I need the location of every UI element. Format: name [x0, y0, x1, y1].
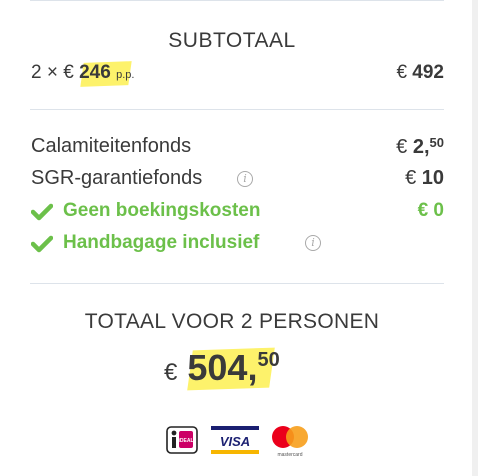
calamity-fund-cents: 50	[429, 135, 444, 150]
currency-symbol: €	[396, 62, 408, 83]
calamity-fund-amount: € 2,50	[396, 135, 444, 159]
booking-costs-label: Geen boekingskosten	[63, 200, 261, 221]
multiplier: 2 ×	[31, 62, 58, 83]
total-cents: 50	[257, 349, 280, 371]
top-divider	[30, 0, 444, 1]
ideal-logo-text: iDEAL	[179, 438, 194, 444]
hand-luggage-label: Handbagage inclusief	[63, 232, 260, 253]
ideal-logo: iDEAL	[166, 426, 198, 454]
divider	[30, 283, 444, 284]
currency-symbol: €	[164, 359, 178, 386]
total-heading: TOTAAL VOOR 2 PERSONEN	[84, 310, 380, 333]
sgr-amount: € 10	[405, 167, 444, 190]
booking-costs-value: € 0	[417, 200, 444, 221]
price-per-person: 246	[79, 62, 111, 83]
sgr-value: 10	[421, 167, 444, 189]
divider	[30, 109, 444, 110]
subtotal-total: 492	[412, 62, 444, 83]
currency-symbol: €	[405, 167, 417, 189]
sgr-info-icon[interactable]: i	[237, 171, 253, 187]
total-whole: 504,	[187, 347, 258, 388]
visa-logo: VISA	[211, 426, 259, 454]
check-icon	[31, 235, 53, 253]
total-amount: € 504,50	[164, 347, 280, 389]
subtotal-price-line: 2 × € 246 p.p.	[31, 62, 134, 84]
subtotal-heading: SUBTOTAAL	[168, 29, 296, 52]
currency-symbol: €	[63, 62, 74, 83]
scrollbar-track	[472, 0, 478, 476]
per-person-label: p.p.	[116, 69, 135, 81]
mastercard-logo-text: mastercard	[277, 452, 302, 458]
hand-luggage-info-icon[interactable]: i	[305, 235, 321, 251]
mastercard-logo: mastercard	[272, 426, 308, 458]
sgr-label: SGR-garantiefonds	[31, 167, 203, 189]
visa-logo-text: VISA	[220, 434, 250, 449]
check-icon	[31, 203, 53, 221]
calamity-fund-label: Calamiteitenfonds	[31, 135, 192, 157]
currency-symbol: €	[396, 136, 408, 158]
calamity-fund-whole: 2,	[412, 136, 430, 158]
subtotal-amount: € 492	[396, 62, 444, 84]
